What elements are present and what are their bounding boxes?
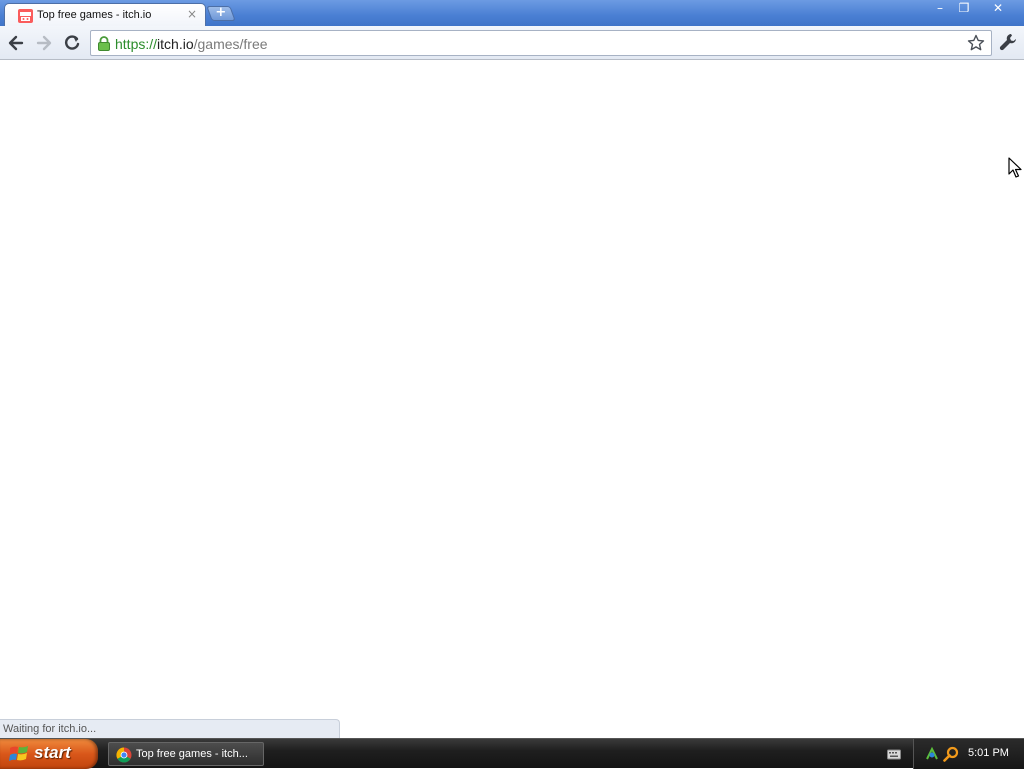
plus-icon: +: [215, 5, 227, 20]
search-icon[interactable]: [943, 746, 959, 762]
itchio-favicon-icon: [18, 9, 33, 23]
start-label: start: [34, 743, 71, 762]
reload-icon[interactable]: [62, 33, 82, 53]
system-tray: 5:01 PM: [913, 739, 1024, 769]
status-bubble: Waiting for itch.io...: [0, 719, 340, 738]
start-button[interactable]: start: [0, 739, 98, 769]
lock-icon: [98, 36, 110, 51]
taskbar-item-browser[interactable]: Top free games - itch...: [108, 742, 264, 766]
page-content: [0, 61, 1024, 738]
url-text[interactable]: https://itch.io/games/free: [115, 36, 268, 52]
browser-tab[interactable]: Top free games - itch.io ×: [4, 3, 206, 27]
tab-close-icon[interactable]: ×: [187, 7, 197, 21]
close-window-button[interactable]: ✕: [977, 1, 1019, 17]
url-host: itch.io: [157, 36, 194, 52]
taskbar-item-label: Top free games - itch...: [136, 748, 248, 760]
chrome-icon: [116, 747, 132, 763]
browser-title-bar: Top free games - itch.io × + – ❐ ✕: [0, 0, 1024, 27]
taskbar: start Top free games - itch... 5:01 PM: [0, 738, 1024, 769]
new-tab-button[interactable]: +: [206, 5, 236, 21]
star-icon[interactable]: [967, 34, 985, 52]
windows-logo-icon: [9, 746, 28, 761]
keyboard-icon[interactable]: [887, 748, 901, 760]
network-icon[interactable]: [924, 746, 940, 762]
minimize-button[interactable]: –: [929, 1, 951, 17]
restore-button[interactable]: ❐: [953, 1, 975, 17]
url-scheme: https://: [115, 36, 158, 52]
clock: 5:01 PM: [968, 747, 1009, 759]
address-bar[interactable]: https://itch.io/games/free: [90, 30, 992, 56]
url-path: /games/free: [193, 36, 268, 52]
back-arrow-icon[interactable]: [6, 33, 26, 53]
tab-title: Top free games - itch.io: [37, 9, 152, 21]
status-text: Waiting for itch.io...: [3, 723, 97, 735]
browser-toolbar: https://itch.io/games/free: [0, 26, 1024, 60]
wrench-icon[interactable]: [998, 32, 1018, 52]
forward-arrow-icon[interactable]: [34, 33, 54, 53]
mouse-cursor-icon: [1008, 157, 1022, 178]
